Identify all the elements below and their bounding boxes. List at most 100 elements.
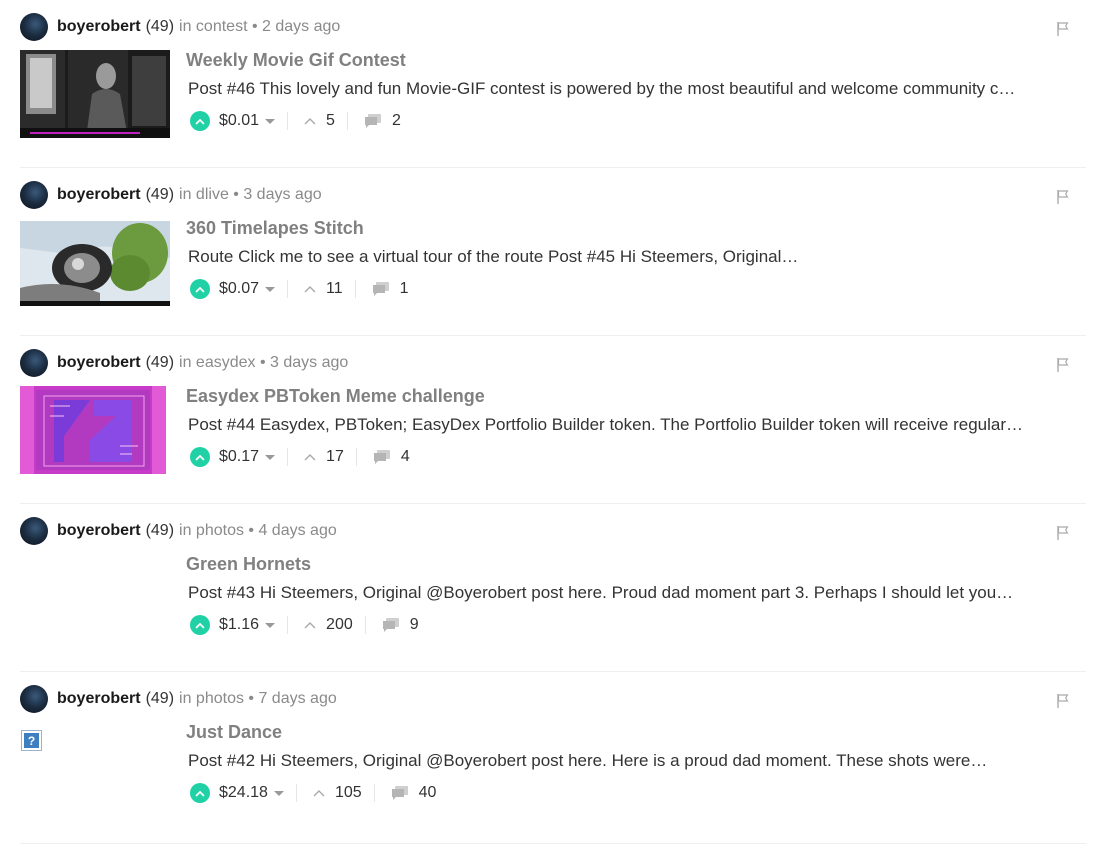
post-header: boyerobert (49) in dlive • 3 days ago bbox=[20, 180, 322, 210]
comments-count[interactable]: 9 bbox=[382, 616, 419, 634]
post-thumbnail[interactable] bbox=[20, 386, 170, 474]
avatar[interactable] bbox=[20, 685, 48, 713]
post-summary[interactable]: Post #42 Hi Steemers, Original @Boyerobe… bbox=[188, 751, 1080, 771]
post-meta[interactable]: in dlive • 3 days ago bbox=[179, 186, 322, 204]
caret-up-icon bbox=[313, 789, 325, 796]
post-summary[interactable]: Route Click me to see a virtual tour of … bbox=[188, 247, 1080, 267]
post-header: boyerobert (49) in photos • 4 days ago bbox=[20, 516, 337, 546]
post-title[interactable]: Green Hornets bbox=[186, 554, 311, 575]
payout-value: $0.07 bbox=[219, 280, 260, 297]
payout-dropdown[interactable]: $0.07 bbox=[219, 280, 276, 298]
author-name[interactable]: boyerobert bbox=[57, 186, 141, 204]
post-meta[interactable]: in easydex • 3 days ago bbox=[179, 354, 348, 372]
author-name[interactable]: boyerobert bbox=[57, 690, 141, 708]
author-reputation: (49) bbox=[145, 186, 175, 203]
author-reputation: (49) bbox=[145, 690, 175, 707]
flag-icon[interactable] bbox=[1056, 21, 1070, 37]
post-title[interactable]: 360 Timelapes Stitch bbox=[186, 218, 364, 239]
votes-count[interactable]: 105 bbox=[313, 784, 362, 802]
chevron-down-icon bbox=[265, 622, 276, 628]
payout-dropdown[interactable]: $1.16 bbox=[219, 616, 276, 634]
divider bbox=[287, 280, 289, 298]
payout-value: $0.01 bbox=[219, 112, 260, 129]
post-footer: $1.16 200 9 bbox=[190, 614, 419, 636]
comments-count[interactable]: 2 bbox=[364, 112, 401, 130]
post-item: boyerobert (49) in dlive • 3 days ago 36… bbox=[20, 168, 1086, 336]
post-summary[interactable]: Post #46 This lovely and fun Movie-GIF c… bbox=[188, 79, 1080, 99]
chevron-down-icon bbox=[265, 286, 276, 292]
post-summary[interactable]: Post #44 Easydex, PBToken; EasyDex Portf… bbox=[188, 415, 1080, 435]
author-name[interactable]: boyerobert bbox=[57, 522, 141, 540]
votes-count[interactable]: 11 bbox=[304, 280, 343, 298]
author-reputation: (49) bbox=[145, 18, 175, 35]
author-reputation: (49) bbox=[145, 354, 175, 371]
post-feed: boyerobert (49) in contest • 2 days ago … bbox=[20, 0, 1086, 844]
post-title[interactable]: Easydex PBToken Meme challenge bbox=[186, 386, 485, 407]
flag-icon[interactable] bbox=[1056, 693, 1070, 709]
broken-image-icon[interactable]: ? bbox=[21, 730, 42, 751]
comments-count[interactable]: 1 bbox=[372, 280, 409, 298]
divider bbox=[364, 616, 366, 634]
post-thumbnail[interactable] bbox=[20, 50, 170, 138]
post-footer: $0.01 5 2 bbox=[190, 110, 401, 132]
votes-count[interactable]: 200 bbox=[304, 616, 353, 634]
author-name[interactable]: boyerobert bbox=[57, 18, 141, 36]
post-footer: $0.07 11 1 bbox=[190, 278, 409, 300]
avatar[interactable] bbox=[20, 517, 48, 545]
comments-value: 4 bbox=[400, 448, 410, 465]
divider bbox=[373, 784, 375, 802]
author-reputation: (49) bbox=[145, 522, 175, 539]
upvote-button[interactable] bbox=[190, 615, 210, 635]
post-header: boyerobert (49) in contest • 2 days ago bbox=[20, 12, 340, 42]
comments-count[interactable]: 4 bbox=[373, 448, 410, 466]
caret-up-icon bbox=[304, 117, 316, 124]
caret-up-icon bbox=[304, 285, 316, 292]
payout-dropdown[interactable]: $24.18 bbox=[219, 784, 284, 802]
avatar[interactable] bbox=[20, 349, 48, 377]
comments-value: 40 bbox=[418, 784, 437, 801]
divider bbox=[354, 280, 356, 298]
chevron-up-icon bbox=[195, 454, 205, 461]
upvote-button[interactable] bbox=[190, 111, 210, 131]
chevron-down-icon bbox=[273, 790, 284, 796]
payout-dropdown[interactable]: $0.01 bbox=[219, 112, 276, 130]
post-item: boyerobert (49) in easydex • 3 days ago … bbox=[20, 336, 1086, 504]
votes-value: 5 bbox=[326, 112, 335, 129]
payout-value: $0.17 bbox=[219, 448, 260, 465]
avatar[interactable] bbox=[20, 13, 48, 41]
payout-value: $1.16 bbox=[219, 616, 260, 633]
flag-icon[interactable] bbox=[1056, 189, 1070, 205]
chevron-down-icon bbox=[265, 118, 276, 124]
post-meta[interactable]: in photos • 4 days ago bbox=[179, 522, 337, 540]
votes-count[interactable]: 17 bbox=[304, 448, 344, 466]
divider bbox=[287, 112, 289, 130]
post-summary[interactable]: Post #43 Hi Steemers, Original @Boyerobe… bbox=[188, 583, 1080, 603]
post-title[interactable]: Weekly Movie Gif Contest bbox=[186, 50, 406, 71]
post-meta[interactable]: in photos • 7 days ago bbox=[179, 690, 337, 708]
payout-dropdown[interactable]: $0.17 bbox=[219, 448, 276, 466]
flag-icon[interactable] bbox=[1056, 357, 1070, 373]
comments-value: 9 bbox=[409, 616, 419, 633]
divider bbox=[295, 784, 297, 802]
votes-value: 105 bbox=[334, 784, 362, 801]
divider bbox=[355, 448, 357, 466]
chevron-up-icon bbox=[195, 286, 205, 293]
avatar[interactable] bbox=[20, 181, 48, 209]
post-meta[interactable]: in contest • 2 days ago bbox=[179, 18, 340, 36]
comments-count[interactable]: 40 bbox=[391, 784, 437, 802]
upvote-button[interactable] bbox=[190, 279, 210, 299]
flag-icon[interactable] bbox=[1056, 525, 1070, 541]
votes-value: 200 bbox=[326, 616, 353, 633]
post-title[interactable]: Just Dance bbox=[186, 722, 282, 743]
votes-count[interactable]: 5 bbox=[304, 112, 335, 130]
chevron-up-icon bbox=[195, 622, 205, 629]
post-thumbnail[interactable] bbox=[20, 218, 170, 306]
post-item: boyerobert (49) in photos • 7 days ago ?… bbox=[20, 672, 1086, 844]
upvote-button[interactable] bbox=[190, 783, 210, 803]
author-name[interactable]: boyerobert bbox=[57, 354, 141, 372]
caret-up-icon bbox=[304, 453, 316, 460]
upvote-button[interactable] bbox=[190, 447, 210, 467]
votes-value: 11 bbox=[326, 280, 343, 297]
divider bbox=[346, 112, 348, 130]
post-header: boyerobert (49) in easydex • 3 days ago bbox=[20, 348, 348, 378]
